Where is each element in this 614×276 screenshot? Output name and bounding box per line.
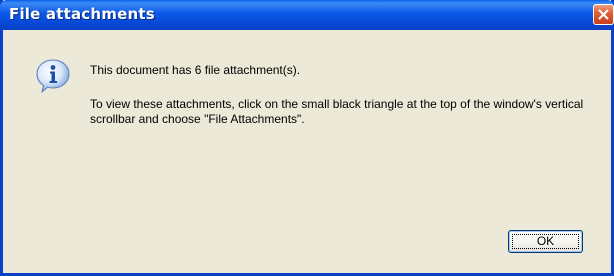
dialog-title: File attachments: [9, 5, 155, 23]
title-bar[interactable]: File attachments: [0, 0, 614, 30]
message-line-2: To view these attachments, click on the …: [90, 97, 584, 126]
info-icon: [36, 59, 70, 94]
message-line-1: This document has 6 file attachment(s).: [90, 63, 301, 77]
file-attachments-dialog: File attachments This document has 6 fil…: [0, 0, 614, 276]
close-button[interactable]: [593, 4, 614, 25]
ok-button[interactable]: OK: [508, 230, 583, 253]
close-icon: [598, 9, 609, 20]
ok-button-label: OK: [536, 234, 555, 248]
